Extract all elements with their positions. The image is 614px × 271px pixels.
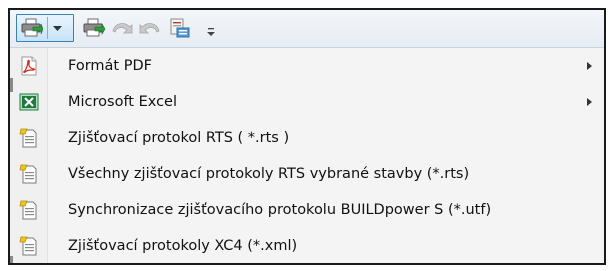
pdf-icon <box>19 56 39 76</box>
menu-item-xc4-protocols[interactable]: Zjišťovací protokoly XC4 (*.xml) <box>10 228 604 263</box>
document-icon <box>19 128 39 148</box>
menu-item-all-rts-protocols[interactable]: Všechny zjišťovací protokoly RTS vybrané… <box>10 156 604 192</box>
print-icon <box>82 17 106 39</box>
menu-item-pdf[interactable]: Formát PDF <box>10 48 604 84</box>
redo-icon <box>138 17 162 39</box>
menu-item-label: Všechny zjišťovací protokoly RTS vybrané… <box>68 166 470 182</box>
toolbar <box>10 10 604 48</box>
excel-icon <box>19 92 39 112</box>
print-icon <box>21 18 43 38</box>
background-edge-mark <box>10 256 13 263</box>
document-icon <box>19 200 39 220</box>
undo-button[interactable] <box>110 17 134 39</box>
document-icon <box>19 236 39 256</box>
menu-item-label: Zjišťovací protokoly XC4 (*.xml) <box>68 238 298 254</box>
export-dropdown-window: Formát PDF Microsoft Excel Zjišťovací pr… <box>8 8 606 265</box>
menu-item-label: Zjišťovací protokol RTS ( *.rts ) <box>68 130 290 146</box>
menu-item-rts-protocol[interactable]: Zjišťovací protokol RTS ( *.rts ) <box>10 120 604 156</box>
menu-item-buildpower-sync[interactable]: Synchronizace zjišťovacího protokolu BUI… <box>10 192 604 228</box>
export-menu: Formát PDF Microsoft Excel Zjišťovací pr… <box>10 48 604 263</box>
menu-item-excel[interactable]: Microsoft Excel <box>10 84 604 120</box>
background-edge-mark <box>10 78 13 92</box>
undo-icon <box>110 17 134 39</box>
chevron-down-icon[interactable] <box>53 26 62 32</box>
split-divider <box>47 17 48 39</box>
document-icon <box>19 164 39 184</box>
toolbar-overflow-icon[interactable] <box>206 22 216 41</box>
redo-button[interactable] <box>138 17 162 39</box>
menu-item-label: Microsoft Excel <box>68 94 178 110</box>
export-icon <box>168 17 192 39</box>
menu-item-label: Synchronizace zjišťovacího protokolu BUI… <box>68 202 492 218</box>
print-split-button[interactable] <box>16 14 74 42</box>
print-button[interactable] <box>82 17 106 39</box>
submenu-arrow-icon <box>587 62 592 70</box>
export-button[interactable] <box>168 17 192 39</box>
submenu-arrow-icon <box>587 98 592 106</box>
menu-item-label: Formát PDF <box>68 58 152 74</box>
